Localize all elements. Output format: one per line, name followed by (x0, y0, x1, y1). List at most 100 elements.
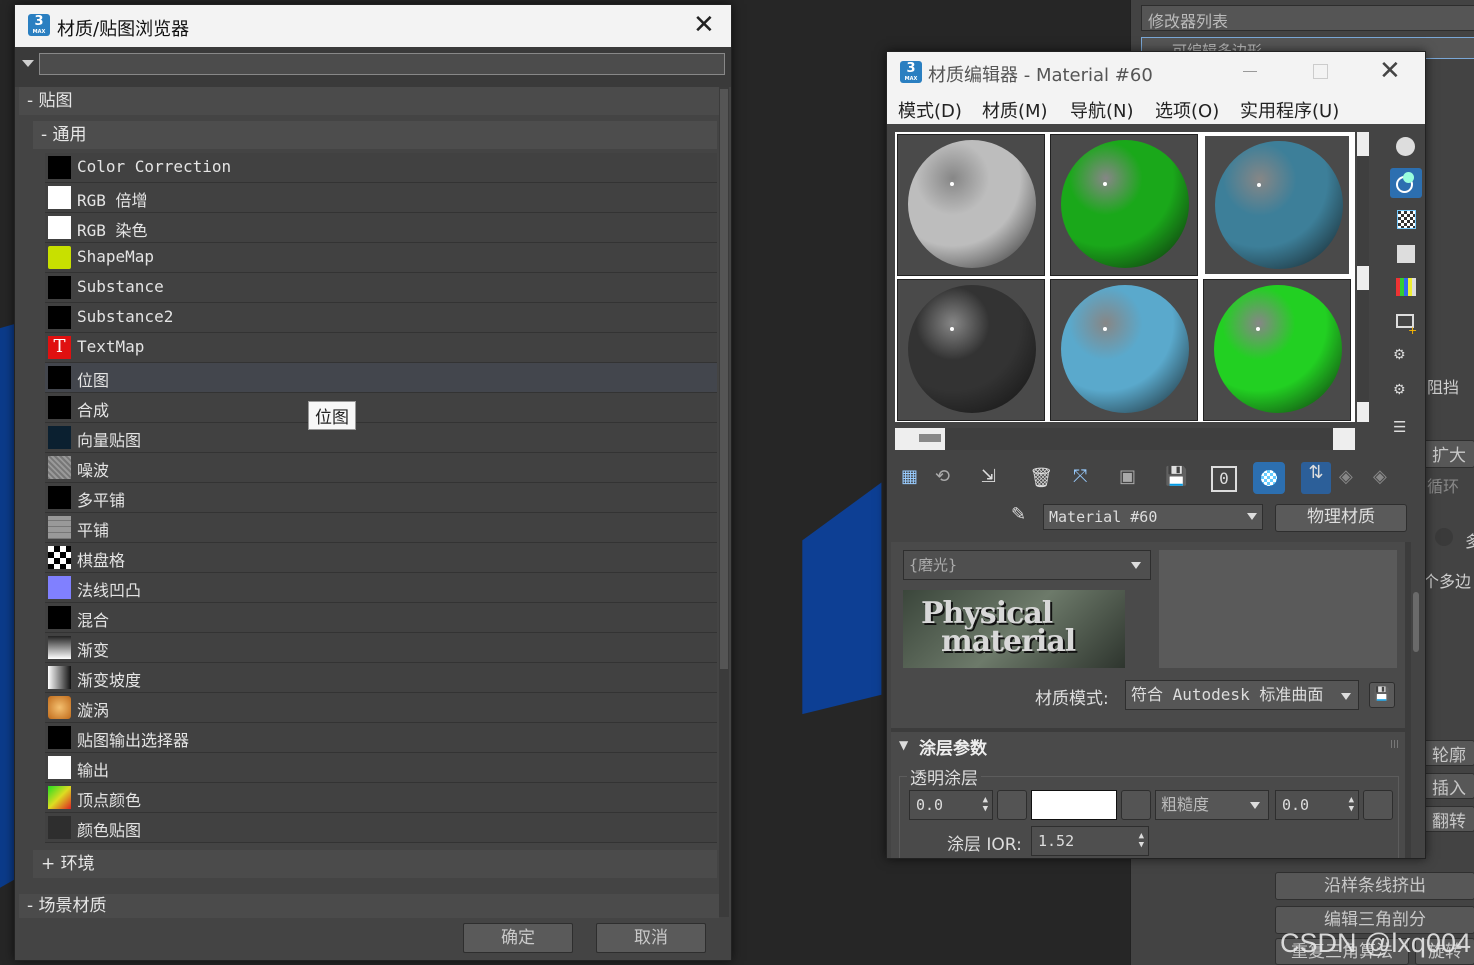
chevron-down-icon[interactable] (1341, 693, 1351, 700)
insert-button[interactable]: 插入 (1423, 773, 1474, 799)
map-list-item[interactable]: T TextMap (45, 333, 717, 363)
put-to-library-icon[interactable]: ▣ (1119, 466, 1145, 492)
video-color-check-icon[interactable] (1393, 274, 1419, 300)
get-material-icon[interactable]: ▦ (901, 466, 927, 492)
search-options-chevron-down-icon[interactable] (22, 60, 34, 67)
chevron-down-icon[interactable] (1131, 562, 1141, 569)
go-forward-sibling-icon[interactable]: ◈ (1373, 466, 1399, 492)
sample-slot-4[interactable] (897, 279, 1045, 421)
sample-slot-1[interactable] (897, 134, 1045, 276)
map-list-item[interactable]: 棋盘格 (45, 543, 717, 573)
rollout-collapse-icon[interactable]: ▼ (899, 738, 908, 752)
menu-mode[interactable]: 模式(D) (898, 97, 962, 123)
map-list-item[interactable]: ShapeMap (45, 243, 717, 273)
map-list-item[interactable]: Substance (45, 273, 717, 303)
minimize-icon[interactable] (1243, 71, 1257, 72)
ok-button[interactable]: 确定 (463, 923, 573, 953)
close-icon[interactable]: ✕ (693, 10, 715, 40)
clearcoat-amount-spinner[interactable]: 0.0 ▲ ▼ (909, 790, 993, 820)
sample-slot-6[interactable] (1203, 279, 1351, 421)
make-unique-icon[interactable]: ⤧ (1073, 466, 1099, 492)
subsection-general-header[interactable]: - 通用 (33, 121, 717, 149)
map-list-item[interactable]: 颜色贴图 (45, 813, 717, 843)
map-list-item[interactable]: 合成 (45, 393, 717, 423)
map-list-item[interactable]: 混合 (45, 603, 717, 633)
roughness-map-button[interactable] (1363, 790, 1393, 820)
map-list-item[interactable]: 渐变 (45, 633, 717, 663)
menu-material[interactable]: 材质(M) (982, 97, 1048, 123)
preset-dropdown[interactable]: {磨光} (903, 550, 1151, 580)
chevron-down-icon[interactable] (1247, 513, 1257, 520)
outline-button[interactable]: 轮廓 (1423, 740, 1474, 766)
maximize-icon[interactable] (1313, 64, 1328, 79)
select-by-material-icon[interactable]: ⚙ (1393, 382, 1419, 408)
search-input[interactable] (39, 53, 725, 75)
params-scrollbar-thumb[interactable] (1413, 592, 1419, 652)
map-list-item[interactable]: RGB 倍增 (45, 183, 717, 213)
section-maps-header[interactable]: - 贴图 (19, 87, 719, 115)
reset-map-trash-icon[interactable]: 🗑 (1029, 466, 1055, 492)
cancel-button[interactable]: 取消 (596, 923, 706, 953)
modifier-list-dropdown[interactable]: 修改器列表 (1141, 5, 1474, 31)
slots-hscroll[interactable] (895, 428, 1355, 450)
save-material-icon[interactable]: 💾 (1165, 466, 1191, 492)
coating-ior-spinner[interactable]: 1.52 ▲ ▼ (1031, 826, 1149, 856)
map-list-item[interactable]: 噪波 (45, 453, 717, 483)
eyedropper-icon[interactable]: ✎ (1011, 504, 1037, 530)
sample-slot-3-active[interactable] (1203, 134, 1351, 276)
background-checker-icon[interactable] (1393, 206, 1419, 232)
sample-slot-2[interactable] (1050, 134, 1198, 276)
rollout-title[interactable]: 涂层参数 (919, 734, 987, 759)
map-list-item[interactable]: RGB 染色 (45, 213, 717, 243)
put-to-scene-icon[interactable]: ⟲ (935, 466, 961, 492)
map-list-item[interactable]: 平铺 (45, 513, 717, 543)
assign-to-selection-icon[interactable]: ⇲ (981, 466, 1007, 492)
material-name-field[interactable]: Material #60 (1043, 504, 1263, 530)
sample-slot-5[interactable] (1050, 279, 1198, 421)
material-type-button[interactable]: 物理材质 (1275, 504, 1407, 532)
backlight-icon[interactable] (1390, 168, 1422, 198)
material-id-channel-button[interactable]: 0 (1211, 466, 1237, 492)
map-list-item[interactable]: 漩涡 (45, 693, 717, 723)
map-list-item[interactable]: 向量贴图 (45, 423, 717, 453)
roughness-spinner[interactable]: 0.0 ▲ ▼ (1275, 790, 1359, 820)
options-icon[interactable]: ⚙ (1393, 347, 1419, 373)
clearcoat-amount-map-button[interactable] (997, 790, 1027, 820)
section-scene-materials-header[interactable]: - 场景材质 (19, 894, 719, 918)
sample-type-sphere-icon[interactable] (1393, 134, 1419, 160)
save-preset-icon[interactable]: 💾 (1369, 682, 1395, 708)
map-list-item[interactable]: 多平铺 (45, 483, 717, 513)
menu-navigation[interactable]: 导航(N) (1070, 97, 1134, 123)
map-list-item[interactable]: 位图 (45, 363, 717, 393)
flip-button[interactable]: 翻转 (1423, 806, 1474, 832)
map-list-item[interactable]: 渐变坡度 (45, 663, 717, 693)
show-shaded-material-icon[interactable] (1253, 462, 1285, 494)
close-icon[interactable]: ✕ (1379, 56, 1401, 86)
browser-scrollbar[interactable] (719, 87, 729, 917)
menu-options[interactable]: 选项(O) (1155, 97, 1219, 123)
menu-utilities[interactable]: 实用程序(U) (1240, 97, 1339, 123)
map-list-item[interactable]: 法线凹凸 (45, 573, 717, 603)
map-list-item[interactable]: 顶点颜色 (45, 783, 717, 813)
make-preview-icon[interactable]: + (1393, 310, 1419, 337)
material-mode-dropdown[interactable]: 符合 Autodesk 标准曲面 (1125, 680, 1359, 710)
go-to-parent-icon[interactable]: ◈ (1339, 466, 1365, 492)
show-end-result-icon[interactable]: ⇅ (1301, 462, 1331, 494)
sample-uv-tiling-icon[interactable] (1393, 241, 1419, 267)
rollout-grip-icon[interactable] (1391, 740, 1399, 748)
expand-button[interactable]: 扩大 (1423, 440, 1474, 468)
radio-button[interactable] (1435, 528, 1453, 546)
normal-bump-icon (48, 576, 71, 599)
map-list-item[interactable]: 输出 (45, 753, 717, 783)
browser-scrollbar-thumb[interactable] (720, 89, 728, 669)
slots-vscroll[interactable] (1357, 132, 1369, 422)
chevron-down-icon[interactable] (1250, 802, 1260, 809)
clearcoat-color-swatch[interactable] (1031, 790, 1117, 820)
map-list-item[interactable]: Substance2 (45, 303, 717, 333)
subsection-environment-header[interactable]: + 环境 (33, 850, 717, 878)
material-map-navigator-icon[interactable]: ☰ (1393, 418, 1419, 444)
extrude-along-spline-button[interactable]: 沿样条线挤出 (1275, 872, 1474, 900)
map-list-item[interactable]: Color Correction (45, 153, 717, 183)
map-list-item[interactable]: 贴图输出选择器 (45, 723, 717, 753)
clearcoat-color-map-button[interactable] (1121, 790, 1151, 820)
